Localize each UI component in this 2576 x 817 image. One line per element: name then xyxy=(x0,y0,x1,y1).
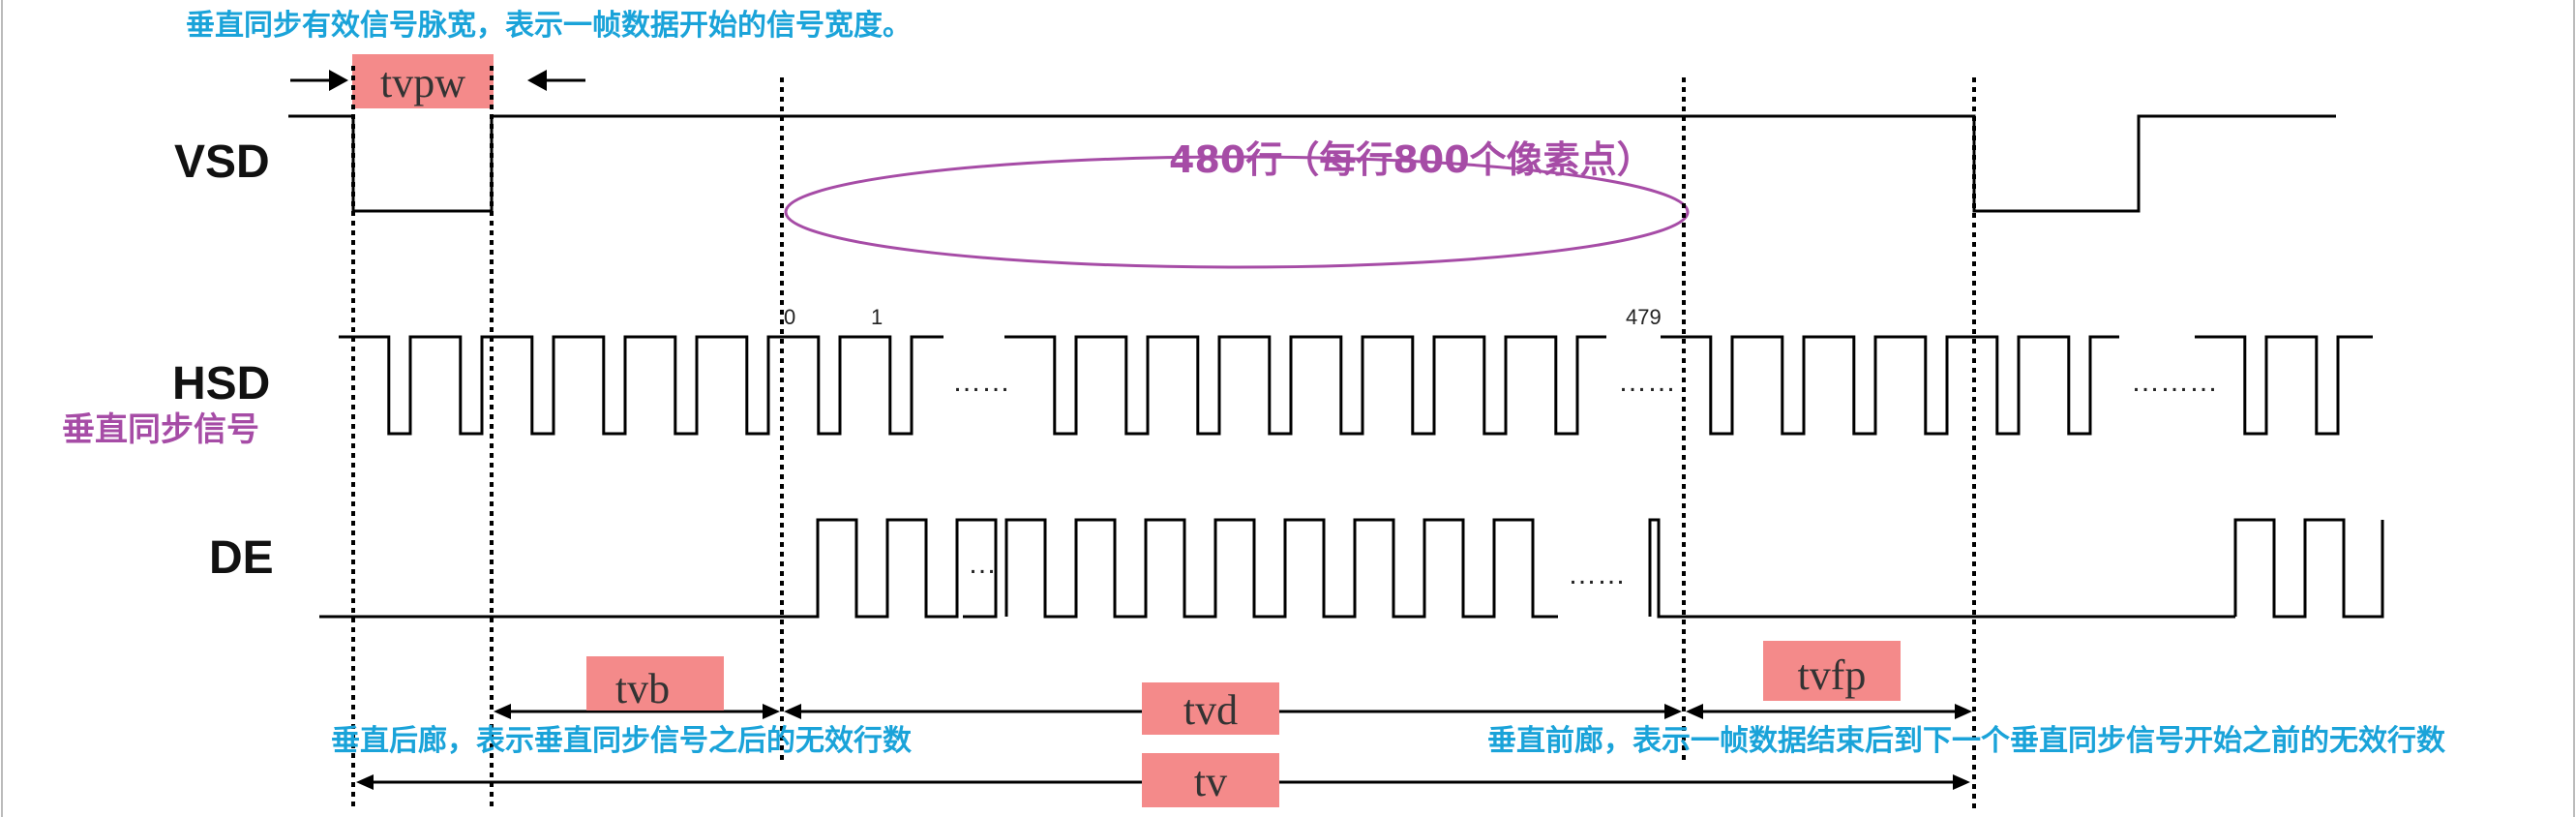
hsd-ellipsis-3: ……… xyxy=(2131,366,2218,398)
tvpw-arrowhead-right xyxy=(527,70,547,91)
de-ellipsis-2: …… xyxy=(1568,559,1626,590)
tvd-label: tvd xyxy=(1183,686,1238,734)
tvb-label: tvb xyxy=(615,665,670,712)
tvd-arrowhead-left xyxy=(784,704,801,719)
de-signal-label: DE xyxy=(209,532,274,584)
hsd-segment-1 xyxy=(339,335,944,436)
hsd-ellipsis-1: …… xyxy=(952,366,1010,398)
hsd-waveform xyxy=(339,335,2373,436)
hsd-ellipsis-2: …… xyxy=(1618,366,1676,398)
tvpw-arrowhead-left xyxy=(329,70,348,91)
active-rows-label: 480行（每行800个像素点） xyxy=(1169,138,1654,181)
tvfp-arrowhead-right xyxy=(1955,704,1972,719)
de-ellipsis-1: … xyxy=(968,548,997,580)
line-index-0: 0 xyxy=(784,305,795,329)
de-segment-3 xyxy=(1648,518,2235,619)
de-segment-1 xyxy=(319,518,998,619)
tvd-arrowhead-right xyxy=(1664,704,1682,719)
tv-label: tv xyxy=(1194,758,1227,805)
tvfp-arrowhead-left xyxy=(1686,704,1703,719)
hsd-segment-3 xyxy=(1661,335,2119,436)
timing-diagram: 垂直同步有效信号脉宽，表示一帧数据开始的信号宽度。 tvpw VSD HSD 垂… xyxy=(0,0,2576,817)
tvpw-description: 垂直同步有效信号脉宽，表示一帧数据开始的信号宽度。 xyxy=(186,9,912,43)
tvb-arrowhead-right xyxy=(763,704,780,719)
line-index-479: 479 xyxy=(1626,305,1662,329)
hsd-side-annotation: 垂直同步信号 xyxy=(62,410,259,449)
de-segment-4 xyxy=(2233,518,2384,619)
line-index-1: 1 xyxy=(871,305,883,329)
hsd-segment-2 xyxy=(1004,335,1606,436)
hsd-segment-4 xyxy=(2195,335,2373,436)
tv-arrowhead-right xyxy=(1953,774,1970,790)
tv-arrowhead-left xyxy=(356,774,374,790)
tvpw-label: tvpw xyxy=(380,59,465,106)
de-segment-2 xyxy=(1004,518,1558,619)
front-porch-annotation: 垂直前廊，表示一帧数据结束后到下一个垂直同步信号开始之前的无效行数 xyxy=(1487,724,2446,758)
vsd-signal-label: VSD xyxy=(174,136,270,188)
tvb-arrowhead-left xyxy=(494,704,511,719)
tvfp-label: tvfp xyxy=(1798,651,1867,699)
de-waveform xyxy=(319,518,2384,619)
hsd-signal-label: HSD xyxy=(172,358,270,409)
timing-diagram-canvas: 垂直同步有效信号脉宽，表示一帧数据开始的信号宽度。 tvpw VSD HSD 垂… xyxy=(1,0,2575,817)
back-porch-annotation: 垂直后廊，表示垂直同步信号之后的无效行数 xyxy=(331,724,913,758)
